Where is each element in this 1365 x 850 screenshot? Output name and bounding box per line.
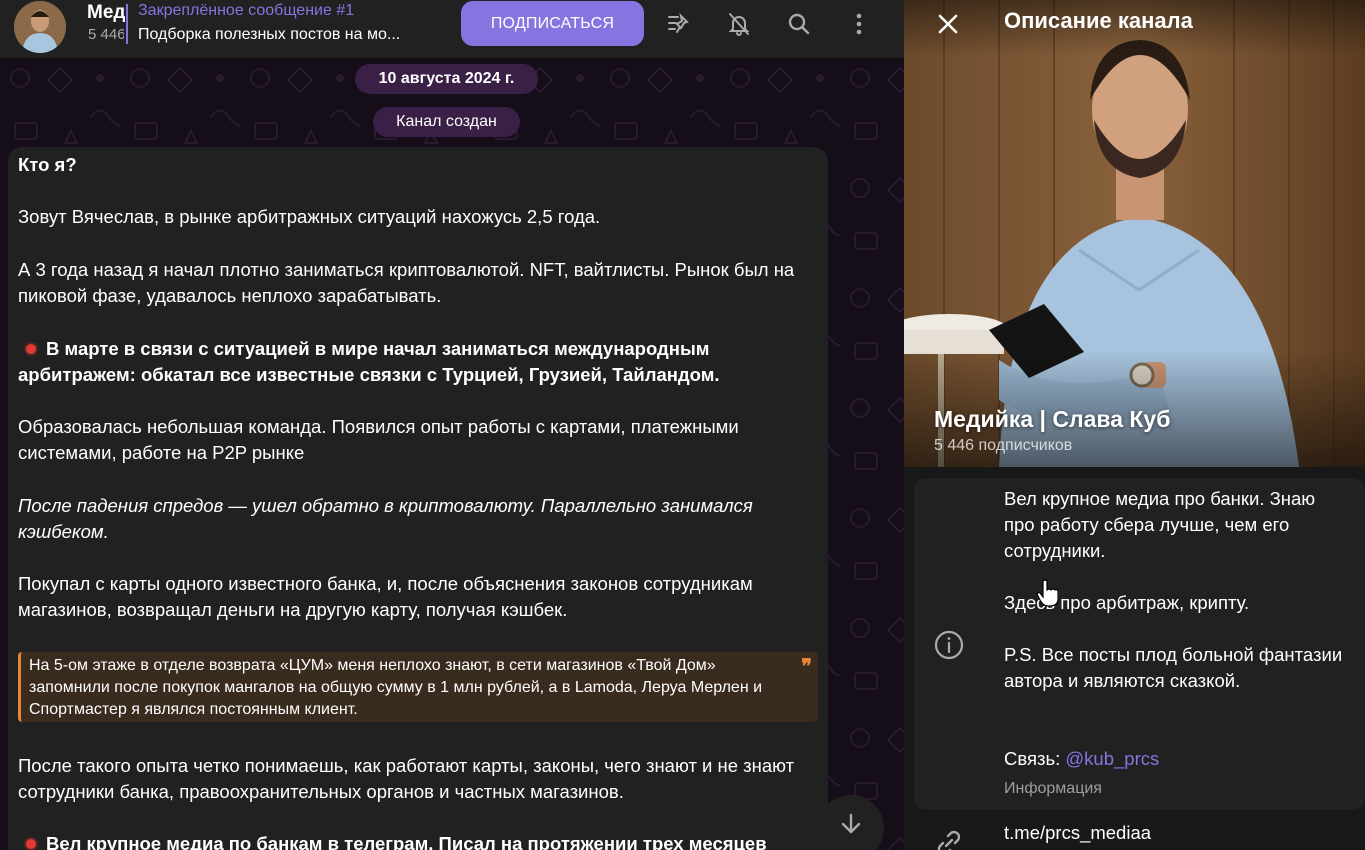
- date-separator: 10 августа 2024 г.: [355, 64, 538, 94]
- post-paragraph: Зовут Вячеслав, в рынке арбитражных ситу…: [18, 206, 601, 227]
- channel-post-bubble[interactable]: Кто я? Зовут Вячеслав, в рынке арбитражн…: [8, 147, 828, 850]
- search-icon[interactable]: [783, 8, 815, 40]
- blockquote-text: На 5-ом этаже в отделе возврата «ЦУМ» ме…: [29, 657, 763, 718]
- channel-title[interactable]: Мед: [87, 2, 125, 24]
- contact-line: Связь: @kub_prcs: [1004, 748, 1159, 770]
- chat-header: Мед 5 446 Закреплённое сообщение #1 Подб…: [0, 0, 904, 58]
- channel-avatar[interactable]: [14, 1, 66, 53]
- post-paragraph: Образовалась небольшая команда. Появился…: [18, 416, 739, 463]
- info-caption: Информация: [1004, 780, 1102, 797]
- pinned-message-title[interactable]: Закреплённое сообщение #1: [138, 2, 354, 20]
- close-icon[interactable]: [932, 8, 964, 40]
- link-icon: [934, 828, 964, 850]
- contact-label: Связь:: [1004, 748, 1061, 769]
- channel-subscribers: 5 446 подписчиков: [934, 437, 1073, 454]
- post-paragraph: Покупал с карты одного известного банка,…: [18, 573, 753, 620]
- post-paragraph: А 3 года назад я начал плотно заниматься…: [18, 259, 795, 306]
- telegram-window: Мед 5 446 Закреплённое сообщение #1 Подб…: [0, 0, 1365, 850]
- hand-pointer-cursor-icon: [1036, 579, 1058, 607]
- panel-title: Описание канала: [1004, 8, 1193, 33]
- pinned-message-text[interactable]: Подборка полезных постов на мо...: [138, 26, 434, 44]
- red-circle-emoji: [26, 344, 36, 355]
- subscribe-button[interactable]: ПОДПИСАТЬСЯ: [461, 1, 644, 46]
- arrow-down-icon: [841, 813, 861, 834]
- channel-info-panel: Описание канала Медийка | Слава Куб 5 44…: [904, 0, 1365, 850]
- info-icon: [932, 628, 966, 662]
- post-heading: Кто я?: [18, 154, 77, 175]
- quote-icon: ❞: [801, 656, 812, 678]
- blockquote: На 5-ом этаже в отделе возврата «ЦУМ» ме…: [18, 652, 818, 722]
- post-paragraph-text: В марте в связи с ситуацией в мире начал…: [18, 338, 720, 385]
- pinned-list-icon[interactable]: [663, 8, 695, 40]
- channel-name: Медийка | Слава Куб: [934, 406, 1171, 432]
- post-paragraph: Вел крупное медиа по банкам в телеграм. …: [18, 831, 818, 850]
- channel-profile-photo[interactable]: [904, 0, 1365, 467]
- service-message-channel-created: Канал создан: [373, 107, 520, 137]
- post-paragraph: После такого опыта четко понимаешь, как …: [18, 755, 795, 802]
- channel-link[interactable]: t.me/prcs_mediaa: [1004, 822, 1151, 844]
- channel-subscribers-count: 5 446: [88, 26, 124, 43]
- post-paragraph: В марте в связи с ситуацией в мире начал…: [18, 336, 818, 388]
- post-paragraph-italic: После падения спредов — ушел обратно в к…: [18, 495, 753, 542]
- post-paragraph-text: Вел крупное медиа по банкам в телеграм. …: [46, 833, 767, 850]
- pinned-indicator: [126, 4, 128, 44]
- contact-username-link[interactable]: @kub_prcs: [1065, 748, 1159, 769]
- mute-bell-icon[interactable]: [723, 8, 755, 40]
- red-circle-emoji: [26, 839, 36, 850]
- chat-area: Мед 5 446 Закреплённое сообщение #1 Подб…: [0, 0, 904, 850]
- more-vertical-icon[interactable]: [843, 8, 875, 40]
- channel-description-card: Вел крупное медиа про банки. Знаю про ра…: [914, 478, 1365, 810]
